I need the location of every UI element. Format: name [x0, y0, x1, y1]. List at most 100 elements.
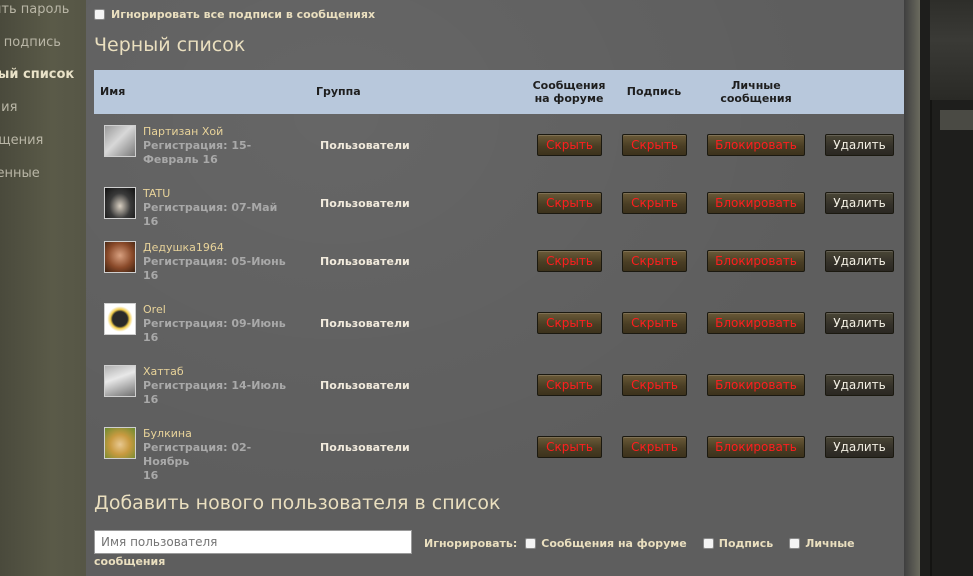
- sidebar-item-change-signature[interactable]: Изменить подпись: [0, 35, 73, 50]
- ignore-label: Игнорировать:: [424, 537, 518, 550]
- ignore-options: Игнорировать: Сообщения на форуме Подпис…: [424, 537, 855, 550]
- sidebar-item-blacklist[interactable]: Черный список: [0, 67, 86, 82]
- header-name: Имя: [100, 85, 126, 98]
- ignore-signature-checkbox[interactable]: [702, 538, 714, 549]
- hide-forum-messages-button[interactable]: Скрыть: [537, 312, 602, 334]
- block-private-messages-button[interactable]: Блокировать: [707, 436, 805, 458]
- sidebar-item-change-password[interactable]: Изменить пароль: [0, 2, 86, 17]
- panel-edge: [904, 0, 920, 576]
- ignore-all-signatures-checkbox[interactable]: [94, 8, 105, 20]
- header-forum-messages: Сообщения на форуме: [524, 79, 614, 105]
- block-private-messages-button[interactable]: Блокировать: [707, 312, 805, 334]
- header-signature: Подпись: [626, 85, 682, 98]
- delete-button[interactable]: Удалить: [825, 134, 894, 156]
- avatar[interactable]: [104, 125, 136, 157]
- sidebar-item-label: Оповещения: [0, 133, 44, 148]
- sidebar-item-label: Уведомления: [0, 100, 18, 115]
- hide-signature-button[interactable]: Скрыть: [622, 192, 687, 214]
- header-private-messages: Личные сообщения: [706, 79, 806, 105]
- sidebar-item-label: Изменить подпись: [0, 35, 61, 50]
- hide-forum-messages-button[interactable]: Скрыть: [537, 374, 602, 396]
- header-forum-messages-line2: на форуме: [534, 92, 604, 105]
- add-user-title: Добавить нового пользователя в список: [94, 492, 501, 514]
- header-group: Группа: [316, 85, 361, 98]
- hide-forum-messages-button[interactable]: Скрыть: [537, 192, 602, 214]
- avatar[interactable]: [104, 427, 136, 459]
- user-registration: Регистрация: 02-Ноябрь 16: [143, 441, 293, 483]
- user-registration: Регистрация: 14-Июль 16: [143, 379, 293, 407]
- user-registration-line1: Регистрация: 05-Июнь: [143, 255, 286, 268]
- hide-forum-messages-button[interactable]: Скрыть: [537, 134, 602, 156]
- user-name-link[interactable]: Хаттаб: [143, 365, 184, 378]
- table-row: Партизан Хой Регистрация: 15- Февраль 16 …: [94, 122, 904, 172]
- username-input[interactable]: [94, 530, 412, 554]
- hide-signature-button[interactable]: Скрыть: [622, 374, 687, 396]
- user-group: Пользователи: [320, 255, 410, 268]
- hide-forum-messages-button[interactable]: Скрыть: [537, 250, 602, 272]
- ignore-forum-messages-label: Сообщения на форуме: [541, 537, 687, 550]
- user-registration: Регистрация: 15- Февраль 16: [143, 139, 293, 167]
- delete-button[interactable]: Удалить: [825, 192, 894, 214]
- user-registration-line1: Регистрация: 15-: [143, 139, 252, 152]
- ignore-forum-messages-checkbox[interactable]: [525, 538, 537, 549]
- user-registration-line1: Регистрация: 14-Июль: [143, 379, 287, 392]
- avatar[interactable]: [104, 187, 136, 219]
- block-private-messages-button[interactable]: Блокировать: [707, 250, 805, 272]
- user-registration-line2: 16: [143, 393, 159, 406]
- block-private-messages-button[interactable]: Блокировать: [707, 374, 805, 396]
- user-registration-line2: 16: [143, 269, 159, 282]
- sidebar-item-saved[interactable]: Сохраненные: [0, 166, 86, 181]
- table-row: Orel Регистрация: 09-Июнь 16 Пользователи…: [94, 300, 904, 350]
- user-group: Пользователи: [320, 441, 410, 454]
- block-private-messages-button[interactable]: Блокировать: [707, 134, 805, 156]
- user-registration-line2: Февраль 16: [143, 153, 218, 166]
- ignore-private-messages-label-line1: Личные: [805, 537, 855, 550]
- avatar[interactable]: [104, 303, 136, 335]
- ignore-private-messages-checkbox[interactable]: [789, 538, 801, 549]
- table-row: Хаттаб Регистрация: 14-Июль 16 Пользовате…: [94, 362, 904, 412]
- ignore-all-signatures-label: Игнорировать все подписи в сообщениях: [111, 7, 376, 21]
- hide-signature-button[interactable]: Скрыть: [622, 436, 687, 458]
- user-name-link[interactable]: Партизан Хой: [143, 125, 223, 138]
- block-private-messages-button[interactable]: Блокировать: [707, 192, 805, 214]
- user-name-link[interactable]: Orel: [143, 303, 166, 316]
- avatar[interactable]: [104, 241, 136, 273]
- user-group: Пользователи: [320, 197, 410, 210]
- table-row: Дедушка1964 Регистрация: 05-Июнь 16 Польз…: [94, 238, 904, 288]
- user-name-link[interactable]: Булкина: [143, 427, 192, 440]
- avatar[interactable]: [104, 365, 136, 397]
- sidebar: Изменить пароль Изменить подпись Черный …: [0, 0, 86, 576]
- sidebar-item-alerts[interactable]: Оповещения: [0, 133, 86, 148]
- user-registration-line2: 16: [143, 331, 159, 344]
- user-name-link[interactable]: Дедушка1964: [143, 241, 224, 254]
- user-group: Пользователи: [320, 139, 410, 152]
- sidebar-item-notifications[interactable]: Уведомления: [0, 100, 66, 115]
- ignore-signature-label: Подпись: [718, 537, 774, 550]
- background-art: [920, 0, 973, 576]
- sidebar-item-label: Сохраненные: [0, 166, 40, 181]
- hide-forum-messages-button[interactable]: Скрыть: [537, 436, 602, 458]
- hide-signature-button[interactable]: Скрыть: [622, 134, 687, 156]
- user-registration-line2: 16: [143, 469, 159, 482]
- user-registration-line1: Регистрация: 09-Июнь: [143, 317, 286, 330]
- delete-button[interactable]: Удалить: [825, 374, 894, 396]
- sidebar-item-label: Изменить пароль: [0, 2, 70, 17]
- hide-signature-button[interactable]: Скрыть: [622, 250, 687, 272]
- user-group: Пользователи: [320, 379, 410, 392]
- sidebar-item-label: Черный список: [0, 67, 75, 82]
- header-private-messages-line2: сообщения: [720, 92, 792, 105]
- user-group: Пользователи: [320, 317, 410, 330]
- table-row: TATU Регистрация: 07-Май 16 Пользователи…: [94, 184, 904, 234]
- delete-button[interactable]: Удалить: [825, 250, 894, 272]
- table-header: Имя Группа Сообщения на форуме Подпись Л…: [94, 70, 904, 114]
- user-name-link[interactable]: TATU: [143, 187, 170, 200]
- hide-signature-button[interactable]: Скрыть: [622, 312, 687, 334]
- user-registration: Регистрация: 07-Май 16: [143, 201, 293, 229]
- user-registration: Регистрация: 09-Июнь 16: [143, 317, 293, 345]
- ignore-options-wrap: сообщения: [94, 555, 165, 568]
- delete-button[interactable]: Удалить: [825, 312, 894, 334]
- ignore-private-messages-label-line2: сообщения: [94, 555, 166, 568]
- user-registration: Регистрация: 05-Июнь 16: [143, 255, 293, 283]
- delete-button[interactable]: Удалить: [825, 436, 894, 458]
- user-registration-line1: Регистрация: 07-Май 16: [143, 201, 278, 228]
